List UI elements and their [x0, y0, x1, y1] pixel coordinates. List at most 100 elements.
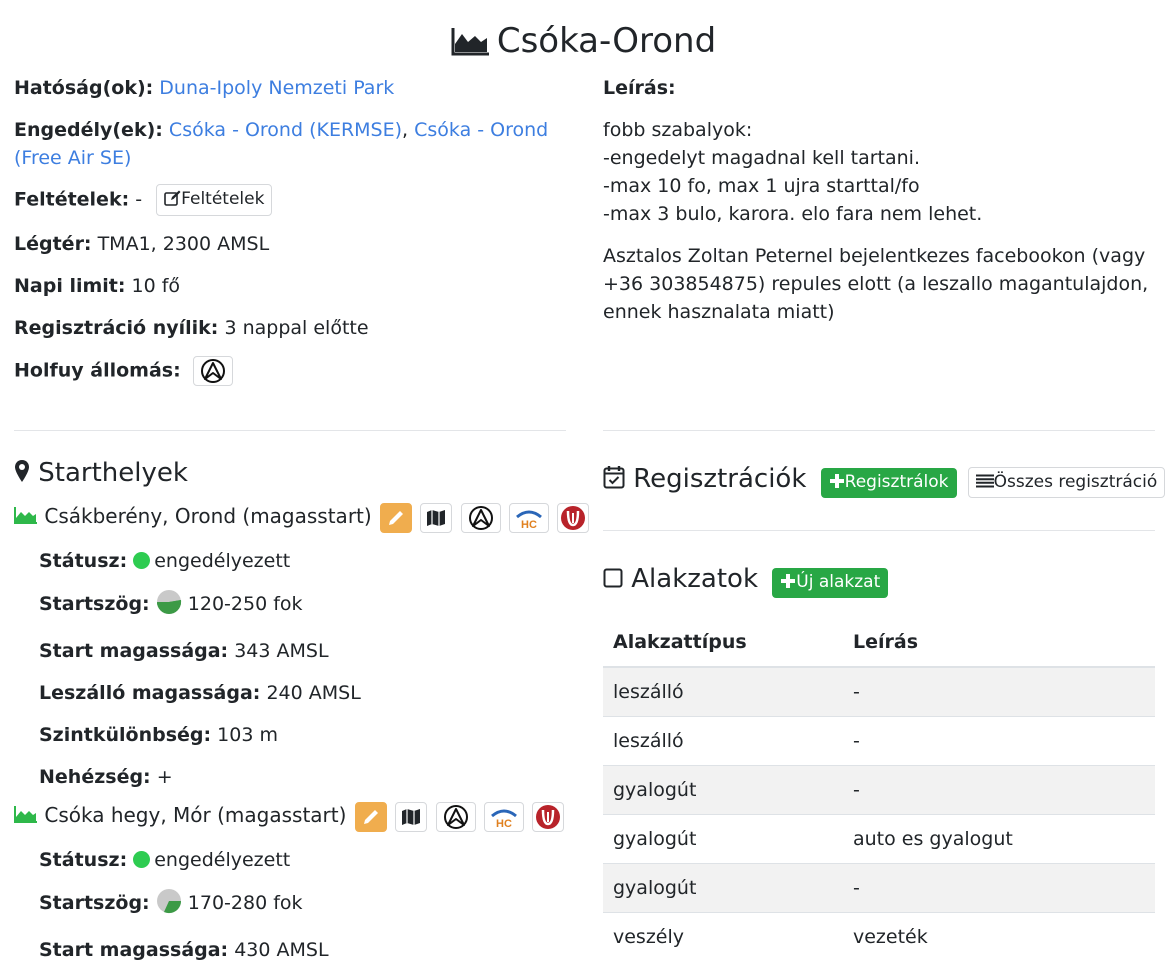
shapes-title: Alakzatok	[603, 564, 766, 594]
description-para2: Asztalos Zoltan Peternel bejelentkezes f…	[603, 242, 1155, 326]
launch-angle-row: Startszög: 120-250 fok	[39, 589, 574, 623]
description-line: Asztalos Zoltan Peternel bejelentkezes f…	[603, 245, 1146, 267]
cell-type: gyalogút	[603, 765, 843, 815]
holfuy-label: Holfuy állomás:	[14, 359, 181, 382]
description-line: -engedelyt magadnal kell tartani.	[603, 147, 920, 169]
title-text: Csóka-Orond	[496, 21, 717, 61]
description-line: -max 10 fo, max 1 ujra starttal/fo	[603, 175, 920, 197]
all-registrations-button-label: Összes regisztráció	[993, 472, 1158, 492]
xc-button[interactable]	[557, 502, 590, 533]
launch-angle-label: Startszög:	[39, 892, 150, 914]
description-section: Leírás: fobb szabalyok: -engedelyt magad…	[603, 74, 1155, 326]
hc-button[interactable]: HC	[483, 801, 524, 832]
svg-text:HC: HC	[496, 818, 512, 829]
mountain-icon	[14, 800, 38, 832]
conditions-button[interactable]: Feltételek	[156, 184, 273, 216]
description-line: +36 303854875) repules elott (a leszallo…	[603, 273, 1149, 295]
difficulty-row: Nehézség: +	[39, 763, 574, 791]
conditions-button-label: Feltételek	[181, 189, 265, 209]
launch-sites-title: Starthelyek	[14, 456, 574, 492]
xc-button[interactable]	[532, 801, 565, 832]
difficulty-value: +	[156, 766, 173, 788]
map-icon	[427, 509, 446, 526]
square-icon	[603, 563, 623, 597]
holfuy-button[interactable]	[435, 801, 476, 832]
registration-opens-row: Regisztráció nyílik: 3 nappal előtte	[14, 314, 566, 342]
difficulty-label: Nehézség:	[39, 766, 151, 788]
page-title: Csóka-Orond	[0, 18, 1167, 68]
site-name-link[interactable]: Csákberény, Orond (magasstart)	[44, 504, 371, 528]
map-button[interactable]	[395, 801, 428, 832]
airspace-label: Légtér:	[14, 233, 92, 255]
launch-sites-section: Starthelyek Csákberény, Orond (magasstar…	[14, 456, 590, 978]
pencil-icon	[389, 510, 404, 525]
map-button[interactable]	[420, 502, 453, 533]
description-label-text: Leírás:	[603, 77, 676, 99]
pie-icon	[156, 589, 182, 623]
status-label: Státusz:	[39, 849, 128, 871]
landing-altitude-value: 240 AMSL	[266, 682, 361, 704]
site-info: Hatóság(ok): Duna-Ipoly Nemzeti Park Eng…	[14, 74, 566, 400]
start-altitude-row: Start magassága: 343 AMSL	[39, 637, 574, 665]
holfuy-icon	[200, 359, 225, 383]
landing-altitude-row: Leszálló magassága: 240 AMSL	[39, 679, 574, 707]
table-row: leszálló -	[603, 716, 1155, 766]
status-row: Státusz: engedélyezett	[39, 547, 574, 575]
xc-icon	[536, 804, 561, 829]
xc-icon	[561, 505, 586, 530]
holfuy-icon	[468, 505, 493, 530]
airspace-row: Légtér: TMA1, 2300 AMSL	[14, 230, 566, 258]
permit-separator: ,	[402, 119, 409, 141]
registrations-title-text: Regisztrációk	[633, 464, 807, 494]
cell-type: leszálló	[603, 716, 843, 766]
site-header: Csákberény, Orond (magasstart) HC	[14, 500, 590, 533]
new-shape-button[interactable]: Új alakzat	[772, 567, 889, 598]
map-icon	[402, 808, 421, 825]
start-altitude-label: Start magassága:	[39, 640, 229, 662]
holfuy-station-button[interactable]	[192, 356, 233, 386]
authority-link[interactable]: Duna-Ipoly Nemzeti Park	[159, 77, 394, 99]
mountain-icon	[14, 501, 38, 533]
all-registrations-button[interactable]: Összes regisztráció	[967, 467, 1166, 498]
status-label: Státusz:	[39, 550, 128, 572]
launch-angle-row: Startszög: 170-280 fok	[39, 888, 574, 922]
edit-site-button[interactable]	[354, 801, 387, 832]
permit-link-kermse[interactable]: Csóka - Orond (KERMSE)	[169, 119, 402, 141]
conditions-label: Feltételek:	[14, 188, 130, 211]
table-row: leszálló -	[603, 666, 1155, 717]
hc-button[interactable]: HC	[509, 502, 550, 533]
launch-angle-value: 170-280 fok	[187, 892, 303, 914]
launch-angle-value: 120-250 fok	[187, 593, 303, 615]
cell-description: vezeték	[843, 912, 1155, 961]
list-icon	[975, 470, 994, 496]
table-row: gyalogút -	[603, 863, 1155, 913]
hc-icon: HC	[516, 510, 543, 530]
cell-description: -	[843, 716, 1155, 766]
authority-label: Hatóság(ok):	[14, 77, 154, 99]
edit-site-button[interactable]	[380, 502, 413, 533]
status-dot-icon	[133, 552, 151, 569]
svg-text:HC: HC	[521, 519, 537, 530]
site-header: Csóka hegy, Mór (magasstart) HC	[14, 799, 574, 832]
status-value: engedélyezett	[154, 849, 291, 871]
mountain-icon	[451, 22, 491, 68]
column-header-description: Leírás	[843, 617, 1155, 668]
holfuy-button[interactable]	[460, 502, 501, 533]
shapes-section: Alakzatok Új alakzat	[603, 562, 1163, 598]
description-line: fobb szabalyok:	[603, 119, 753, 141]
table-header-row: Alakzattípus Leírás	[603, 617, 1155, 668]
register-button[interactable]: Regisztrálok	[820, 467, 957, 498]
start-altitude-value: 343 AMSL	[234, 640, 329, 662]
registration-opens-label: Regisztráció nyílik:	[14, 317, 219, 339]
divider-registrations	[603, 530, 1155, 531]
launch-angle-label: Startszög:	[39, 593, 150, 615]
cell-description: -	[843, 863, 1155, 913]
holfuy-icon	[443, 804, 468, 829]
holfuy-row: Holfuy állomás:	[14, 356, 566, 386]
start-altitude-row: Start magassága: 430 AMSL	[39, 936, 574, 964]
start-altitude-value: 430 AMSL	[234, 939, 329, 961]
cell-description: auto es gyalogut	[843, 814, 1155, 864]
site-name-link[interactable]: Csóka hegy, Mór (magasstart)	[44, 803, 346, 827]
status-dot-icon	[133, 851, 151, 868]
column-header-type: Alakzattípus	[603, 617, 843, 668]
